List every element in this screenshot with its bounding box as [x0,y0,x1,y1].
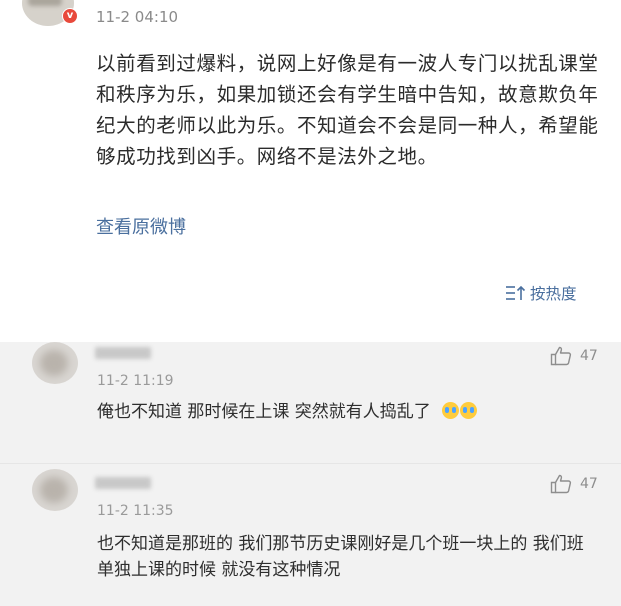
like-button[interactable]: 47 [550,474,598,494]
commenter-avatar[interactable] [32,469,78,511]
verified-badge-icon: v [62,8,78,24]
comment-timestamp: 11-2 11:35 [97,503,174,519]
view-original-weibo-link[interactable]: 查看原微博 [96,213,186,239]
comment-divider [0,463,621,464]
crying-laughing-icon [460,402,478,419]
sort-icon [506,285,526,300]
comment-text: 也不知道是那班的 我们那节历史课刚好是几个班一块上的 我们班单独上课的时候 就没… [97,534,584,580]
like-count: 47 [580,348,598,364]
comment-text: 俺也不知道 那时候在上课 突然就有人捣乱了 [97,399,597,425]
thumbs-up-icon [550,474,572,494]
comment-body: 俺也不知道 那时候在上课 突然就有人捣乱了 [97,402,431,422]
comment-item: 11-2 11:19 47 俺也不知道 那时候在上课 突然就有人捣乱了 [0,342,621,463]
comment-item: 11-2 11:35 47 也不知道是那班的 我们那节历史课刚好是几个班一块上的… [0,463,621,606]
post-timestamp: 11-2 04:10 [96,8,179,26]
section-divider [0,318,621,342]
original-post: v 11-2 04:10 以前看到过爆料，说网上好像是有一波人专门以扰乱课堂和秩… [0,0,621,318]
post-text: 以前看到过爆料，说网上好像是有一波人专门以扰乱课堂和秩序为乐，如果加锁还会有学生… [96,52,599,168]
comment-timestamp: 11-2 11:19 [97,373,174,389]
commenter-name-blurred[interactable] [95,477,151,489]
crying-laughing-icon [442,402,460,419]
sort-label: 按热度 [530,285,577,303]
like-button[interactable]: 47 [550,346,598,366]
weibo-comment-page: v 11-2 04:10 以前看到过爆料，说网上好像是有一波人专门以扰乱课堂和秩… [0,0,621,606]
commenter-avatar[interactable] [32,342,78,384]
thumbs-up-icon [550,346,572,366]
sort-by-popularity-button[interactable]: 按热度 [505,282,577,304]
commenter-name-blurred[interactable] [95,347,151,359]
like-count: 47 [580,476,598,492]
